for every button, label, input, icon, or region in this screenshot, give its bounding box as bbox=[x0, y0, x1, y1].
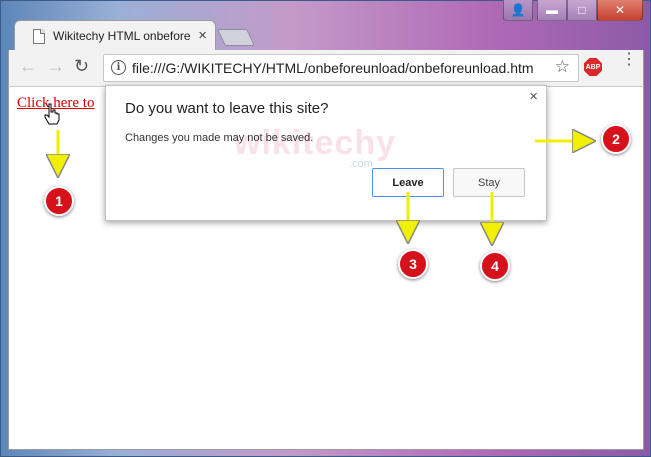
annotation-badge-3: 3 bbox=[398, 249, 428, 279]
annotation-badge-4: 4 bbox=[480, 251, 510, 281]
annotation-badge-1: 1 bbox=[44, 186, 74, 216]
annotation-badge-2: 2 bbox=[601, 124, 631, 154]
annotation-arrows bbox=[0, 0, 651, 457]
